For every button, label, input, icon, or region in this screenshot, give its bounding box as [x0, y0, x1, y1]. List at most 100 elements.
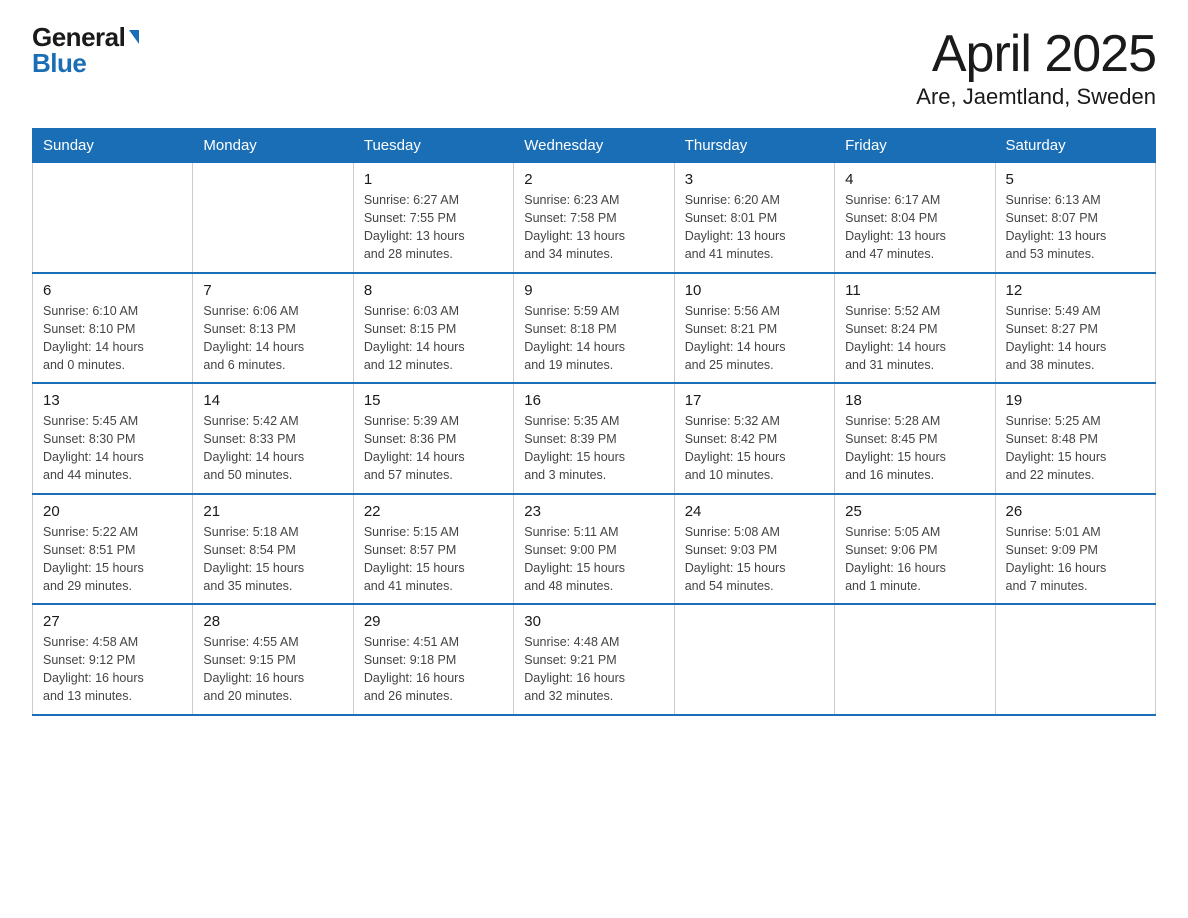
- day-info: Sunrise: 6:20 AMSunset: 8:01 PMDaylight:…: [685, 191, 824, 264]
- day-info: Sunrise: 4:55 AMSunset: 9:15 PMDaylight:…: [203, 633, 342, 706]
- calendar-cell: 5 Sunrise: 6:13 AMSunset: 8:07 PMDaylight…: [995, 163, 1155, 273]
- day-info: Sunrise: 6:03 AMSunset: 8:15 PMDaylight:…: [364, 302, 503, 375]
- day-number: 9: [524, 282, 663, 299]
- day-number: 14: [203, 392, 342, 409]
- calendar-cell: 10 Sunrise: 5:56 AMSunset: 8:21 PMDayligh…: [674, 273, 834, 384]
- day-number: 17: [685, 392, 824, 409]
- logo: General Blue: [32, 24, 139, 76]
- day-number: 22: [364, 503, 503, 520]
- calendar-cell: 22 Sunrise: 5:15 AMSunset: 8:57 PMDayligh…: [353, 494, 513, 605]
- day-info: Sunrise: 5:45 AMSunset: 8:30 PMDaylight:…: [43, 412, 182, 485]
- calendar-cell: [674, 604, 834, 715]
- day-info: Sunrise: 6:27 AMSunset: 7:55 PMDaylight:…: [364, 191, 503, 264]
- day-info: Sunrise: 5:05 AMSunset: 9:06 PMDaylight:…: [845, 523, 984, 596]
- header-wednesday: Wednesday: [514, 129, 674, 163]
- calendar-cell: 6Sunrise: 6:10 AMSunset: 8:10 PMDaylight…: [33, 273, 193, 384]
- day-info: Sunrise: 6:23 AMSunset: 7:58 PMDaylight:…: [524, 191, 663, 264]
- day-number: 3: [685, 171, 824, 188]
- day-info: Sunrise: 5:32 AMSunset: 8:42 PMDaylight:…: [685, 412, 824, 485]
- day-number: 28: [203, 613, 342, 630]
- day-number: 8: [364, 282, 503, 299]
- calendar-table: SundayMondayTuesdayWednesdayThursdayFrid…: [32, 128, 1156, 716]
- header-monday: Monday: [193, 129, 353, 163]
- day-info: Sunrise: 5:39 AMSunset: 8:36 PMDaylight:…: [364, 412, 503, 485]
- calendar-cell: 29Sunrise: 4:51 AMSunset: 9:18 PMDayligh…: [353, 604, 513, 715]
- day-info: Sunrise: 6:10 AMSunset: 8:10 PMDaylight:…: [43, 302, 182, 375]
- calendar-cell: 27Sunrise: 4:58 AMSunset: 9:12 PMDayligh…: [33, 604, 193, 715]
- day-info: Sunrise: 5:52 AMSunset: 8:24 PMDaylight:…: [845, 302, 984, 375]
- title-section: April 2025 Are, Jaemtland, Sweden: [916, 24, 1156, 110]
- calendar-header-row: SundayMondayTuesdayWednesdayThursdayFrid…: [33, 129, 1156, 163]
- calendar-cell: 16 Sunrise: 5:35 AMSunset: 8:39 PMDayligh…: [514, 383, 674, 494]
- calendar-cell: 24 Sunrise: 5:08 AMSunset: 9:03 PMDayligh…: [674, 494, 834, 605]
- calendar-cell: 26Sunrise: 5:01 AMSunset: 9:09 PMDayligh…: [995, 494, 1155, 605]
- header-friday: Friday: [835, 129, 995, 163]
- calendar-cell: 3 Sunrise: 6:20 AMSunset: 8:01 PMDaylight…: [674, 163, 834, 273]
- day-info: Sunrise: 5:35 AMSunset: 8:39 PMDaylight:…: [524, 412, 663, 485]
- day-number: 5: [1006, 171, 1145, 188]
- week-row-5: 27Sunrise: 4:58 AMSunset: 9:12 PMDayligh…: [33, 604, 1156, 715]
- header-sunday: Sunday: [33, 129, 193, 163]
- calendar-cell: 17 Sunrise: 5:32 AMSunset: 8:42 PMDayligh…: [674, 383, 834, 494]
- calendar-cell: 20 Sunrise: 5:22 AMSunset: 8:51 PMDayligh…: [33, 494, 193, 605]
- day-info: Sunrise: 5:28 AMSunset: 8:45 PMDaylight:…: [845, 412, 984, 485]
- calendar-cell: 15 Sunrise: 5:39 AMSunset: 8:36 PMDayligh…: [353, 383, 513, 494]
- calendar-cell: 18 Sunrise: 5:28 AMSunset: 8:45 PMDayligh…: [835, 383, 995, 494]
- calendar-cell: 12 Sunrise: 5:49 AMSunset: 8:27 PMDayligh…: [995, 273, 1155, 384]
- day-number: 2: [524, 171, 663, 188]
- logo-general-text: General: [32, 24, 125, 50]
- calendar-cell: 28 Sunrise: 4:55 AMSunset: 9:15 PMDayligh…: [193, 604, 353, 715]
- calendar-cell: [193, 163, 353, 273]
- day-number: 26: [1006, 503, 1145, 520]
- calendar-cell: 1 Sunrise: 6:27 AMSunset: 7:55 PMDaylight…: [353, 163, 513, 273]
- week-row-4: 20 Sunrise: 5:22 AMSunset: 8:51 PMDayligh…: [33, 494, 1156, 605]
- calendar-cell: [995, 604, 1155, 715]
- day-number: 29: [364, 613, 503, 630]
- day-number: 19: [1006, 392, 1145, 409]
- calendar-cell: 2 Sunrise: 6:23 AMSunset: 7:58 PMDaylight…: [514, 163, 674, 273]
- day-number: 7: [203, 282, 342, 299]
- page-subtitle: Are, Jaemtland, Sweden: [916, 84, 1156, 110]
- day-number: 21: [203, 503, 342, 520]
- header-saturday: Saturday: [995, 129, 1155, 163]
- day-info: Sunrise: 6:13 AMSunset: 8:07 PMDaylight:…: [1006, 191, 1145, 264]
- day-info: Sunrise: 5:56 AMSunset: 8:21 PMDaylight:…: [685, 302, 824, 375]
- day-number: 12: [1006, 282, 1145, 299]
- day-info: Sunrise: 5:11 AMSunset: 9:00 PMDaylight:…: [524, 523, 663, 596]
- day-number: 18: [845, 392, 984, 409]
- calendar-cell: 21 Sunrise: 5:18 AMSunset: 8:54 PMDayligh…: [193, 494, 353, 605]
- day-number: 16: [524, 392, 663, 409]
- page-title: April 2025: [916, 24, 1156, 84]
- day-number: 1: [364, 171, 503, 188]
- day-info: Sunrise: 6:06 AMSunset: 8:13 PMDaylight:…: [203, 302, 342, 375]
- header-thursday: Thursday: [674, 129, 834, 163]
- calendar-cell: 14 Sunrise: 5:42 AMSunset: 8:33 PMDayligh…: [193, 383, 353, 494]
- day-number: 20: [43, 503, 182, 520]
- day-number: 24: [685, 503, 824, 520]
- calendar-cell: 13 Sunrise: 5:45 AMSunset: 8:30 PMDayligh…: [33, 383, 193, 494]
- day-number: 23: [524, 503, 663, 520]
- calendar-cell: [835, 604, 995, 715]
- day-info: Sunrise: 5:59 AMSunset: 8:18 PMDaylight:…: [524, 302, 663, 375]
- day-number: 4: [845, 171, 984, 188]
- calendar-cell: 9 Sunrise: 5:59 AMSunset: 8:18 PMDaylight…: [514, 273, 674, 384]
- day-info: Sunrise: 5:15 AMSunset: 8:57 PMDaylight:…: [364, 523, 503, 596]
- week-row-2: 6Sunrise: 6:10 AMSunset: 8:10 PMDaylight…: [33, 273, 1156, 384]
- day-number: 11: [845, 282, 984, 299]
- day-info: Sunrise: 5:25 AMSunset: 8:48 PMDaylight:…: [1006, 412, 1145, 485]
- day-info: Sunrise: 5:22 AMSunset: 8:51 PMDaylight:…: [43, 523, 182, 596]
- day-number: 15: [364, 392, 503, 409]
- day-info: Sunrise: 4:48 AMSunset: 9:21 PMDaylight:…: [524, 633, 663, 706]
- day-number: 10: [685, 282, 824, 299]
- day-info: Sunrise: 5:18 AMSunset: 8:54 PMDaylight:…: [203, 523, 342, 596]
- calendar-cell: 8 Sunrise: 6:03 AMSunset: 8:15 PMDaylight…: [353, 273, 513, 384]
- day-number: 30: [524, 613, 663, 630]
- day-info: Sunrise: 5:42 AMSunset: 8:33 PMDaylight:…: [203, 412, 342, 485]
- day-number: 25: [845, 503, 984, 520]
- week-row-3: 13 Sunrise: 5:45 AMSunset: 8:30 PMDayligh…: [33, 383, 1156, 494]
- day-info: Sunrise: 5:08 AMSunset: 9:03 PMDaylight:…: [685, 523, 824, 596]
- calendar-cell: [33, 163, 193, 273]
- day-info: Sunrise: 5:49 AMSunset: 8:27 PMDaylight:…: [1006, 302, 1145, 375]
- day-number: 13: [43, 392, 182, 409]
- calendar-cell: 23 Sunrise: 5:11 AMSunset: 9:00 PMDayligh…: [514, 494, 674, 605]
